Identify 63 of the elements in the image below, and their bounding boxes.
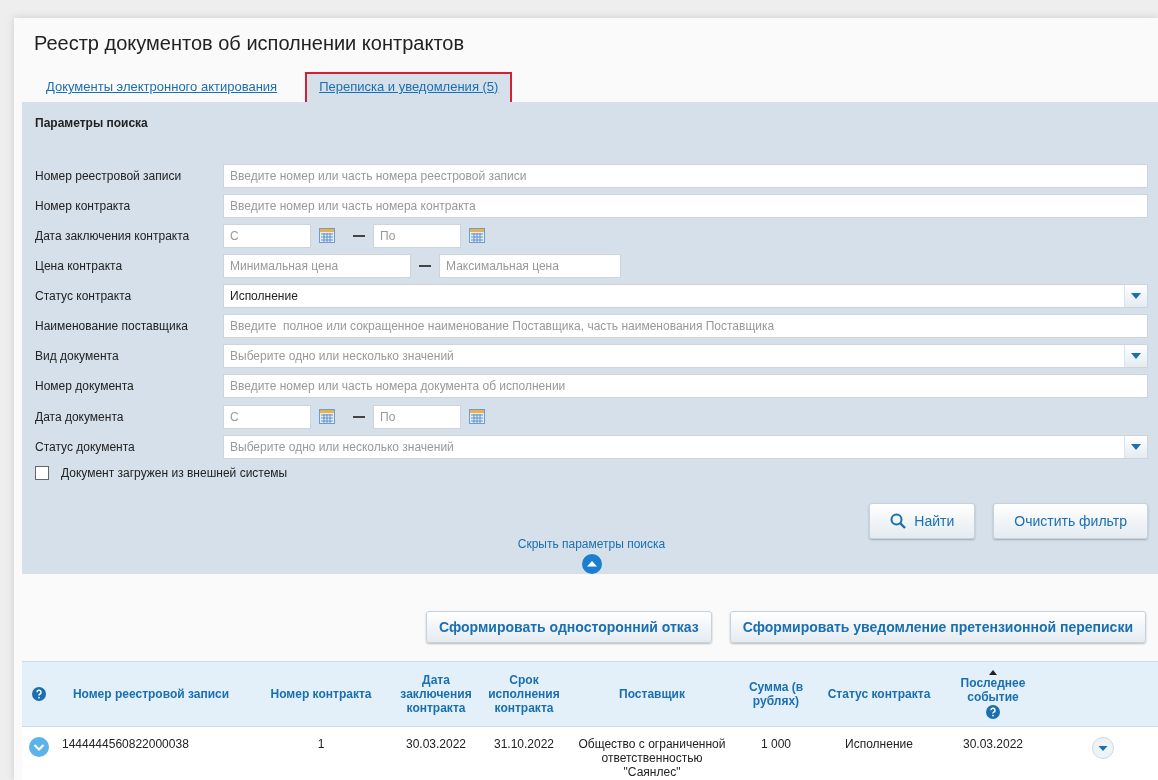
collapse-icon[interactable] xyxy=(581,554,602,575)
clear-filter-button[interactable]: Очистить фильтр xyxy=(993,503,1148,540)
column-header[interactable]: Статус контракта xyxy=(820,661,938,727)
tab[interactable]: Документы электронного актирования xyxy=(32,72,292,102)
panel-title: Параметры поиска xyxy=(35,116,149,132)
calendar-icon[interactable] xyxy=(469,409,485,425)
table-cell: Исполнение xyxy=(820,726,938,780)
search-icon xyxy=(890,513,907,530)
search-button[interactable]: Найти xyxy=(869,503,976,540)
hide-search-link[interactable]: Скрыть параметры поиска xyxy=(517,537,666,552)
table-cell: 31.10.2022 xyxy=(476,726,572,780)
column-header[interactable]: Номер реестровой записи xyxy=(56,661,246,727)
price-field[interactable]: Максимальная цена xyxy=(439,254,621,279)
price-field[interactable]: Минимальная цена xyxy=(223,254,411,279)
expand-icon[interactable] xyxy=(29,737,49,757)
column-header[interactable]: Дата заключения контракта xyxy=(396,661,476,727)
calendar-icon[interactable] xyxy=(319,228,335,244)
table-cell: 1 xyxy=(246,726,396,780)
column-header[interactable]: Номер контракта xyxy=(246,661,396,727)
tab[interactable]: Переписка и уведомления (5) xyxy=(305,72,513,102)
calendar-icon[interactable] xyxy=(469,228,485,244)
help-icon[interactable] xyxy=(32,687,46,701)
field-label: Цена контракта xyxy=(35,259,124,274)
page-title: Реестр документов об исполнении контрактов xyxy=(33,31,466,55)
field-label: Статус документа xyxy=(35,439,136,454)
table-cell: 30.03.2022 xyxy=(938,726,1048,780)
column-header[interactable]: Срок исполнения контракта xyxy=(476,661,572,727)
action-button[interactable]: Сформировать уведомление претензионной переписки xyxy=(729,611,1146,643)
select-field[interactable]: Исполнение xyxy=(223,284,1148,309)
field-label: Номер реестровой записи xyxy=(35,168,183,183)
table-cell: 1444444560822000038 xyxy=(56,726,246,780)
calendar-icon[interactable] xyxy=(319,409,335,425)
date-field[interactable]: С xyxy=(223,223,311,248)
field-label: Номер документа xyxy=(35,379,135,394)
checkbox[interactable] xyxy=(35,466,49,481)
field-label: Наименование поставщика xyxy=(35,319,189,334)
field-label: Номер контракта xyxy=(35,198,132,213)
caret-icon xyxy=(1131,293,1141,300)
table-cell: 30.03.2022 xyxy=(396,726,476,780)
row-menu-icon[interactable] xyxy=(1092,737,1114,759)
date-field[interactable]: С xyxy=(223,404,311,429)
field-label: Вид документа xyxy=(35,349,120,364)
date-field[interactable]: По xyxy=(373,404,461,429)
select-field[interactable]: Выберите одно или несколько значений xyxy=(223,434,1148,459)
column-header[interactable]: Сумма (в рублях) xyxy=(732,661,820,727)
column-header[interactable]: Поставщик xyxy=(572,661,732,727)
text-field[interactable]: Введите номер или часть номера документа об исполнении xyxy=(223,374,1148,399)
field-label: Дата документа xyxy=(35,409,125,424)
checkbox-label: Документ загружен из внешней системы xyxy=(61,466,288,481)
help-icon[interactable] xyxy=(986,704,1000,719)
text-field[interactable]: Введите номер или часть номера реестровой записи xyxy=(223,163,1148,188)
table-cell: Общество с ограниченной ответственностью "Саянлес" xyxy=(572,726,732,780)
caret-icon xyxy=(1131,353,1141,360)
text-field[interactable]: Введите полное или сокращенное наименование Поставщика, часть наименования Поставщика xyxy=(223,314,1148,339)
select-field[interactable]: Выберите одно или несколько значений xyxy=(223,344,1148,369)
field-label: Статус контракта xyxy=(35,289,133,304)
action-button[interactable]: Сформировать односторонний отказ xyxy=(426,611,712,643)
field-label: Дата заключения контракта xyxy=(35,228,191,243)
date-field[interactable]: По xyxy=(373,223,461,248)
column-header[interactable]: Последнее событие xyxy=(938,661,1048,727)
text-field[interactable]: Введите номер или часть номера контракта xyxy=(223,193,1148,218)
caret-icon xyxy=(1131,443,1141,450)
table-cell: 1 000 xyxy=(732,726,820,780)
